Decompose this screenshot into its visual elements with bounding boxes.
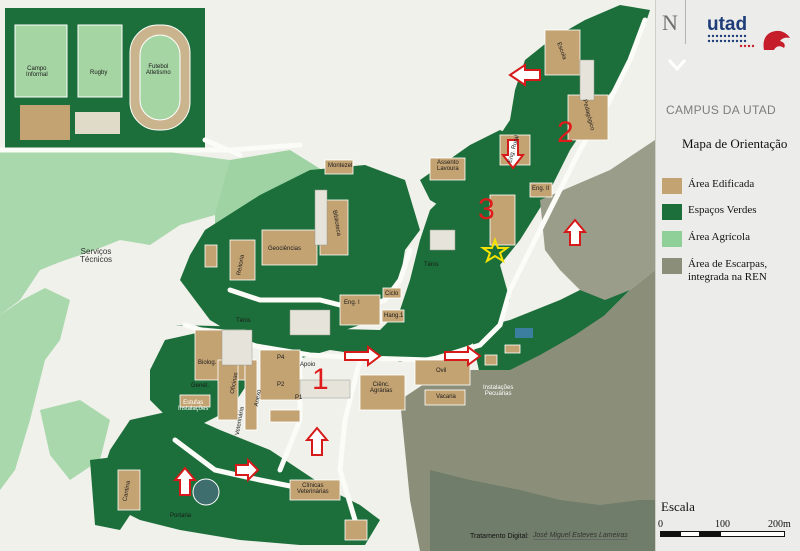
utad-logo-icon <box>707 30 790 50</box>
scale-tick-0: 0 <box>658 519 663 530</box>
label-ovil: Ovil <box>436 368 447 374</box>
credit: Tratamento Digital: José Miguel Esteves … <box>470 532 628 540</box>
legend-swatch <box>662 231 682 247</box>
credit-name: José Miguel Esteves Lameiras <box>532 532 628 540</box>
legend-label: Área Edificada <box>688 178 755 190</box>
zone-number-1: 1 <box>312 363 329 396</box>
label-campo-informal: Campo Informal <box>26 66 48 79</box>
campus-map <box>0 0 655 551</box>
label-clinicas: Clínicas Veterinárias <box>297 483 329 496</box>
north-chevron-icon <box>668 59 686 72</box>
scale-tick-100: 100 <box>715 519 730 530</box>
label-p1: P1 <box>295 395 303 401</box>
label-geociencias: Geociências <box>268 246 302 252</box>
legend-swatch <box>662 178 682 194</box>
scale-tick-200: 200m <box>768 519 791 530</box>
legend-item-agricola: Área Agrícola <box>662 231 750 247</box>
legend-swatch <box>662 258 682 274</box>
scale-bar <box>660 531 790 537</box>
legend-item-verdes: Espaços Verdes <box>662 204 757 220</box>
label-rugby: Rugby <box>90 70 108 76</box>
label-tenis: Ténis <box>236 318 251 324</box>
map-title: Mapa de Orientação <box>682 136 788 151</box>
label-futebol: Futebol Atletismo <box>146 64 171 77</box>
label-vacaria: Vacaria <box>436 394 456 400</box>
legend-label: Espaços Verdes <box>688 204 757 216</box>
label-portaria: Portaria <box>170 513 192 519</box>
label-hang1: Hang.1 <box>384 313 404 319</box>
label-assento: Assento Lavoura <box>437 160 459 173</box>
label-pecuarias: Instalações Pecuárias <box>483 385 514 398</box>
legend-item-escarpas: Área de Escarpas, integrada na REN <box>662 258 800 283</box>
label-montezel: Montezel <box>328 163 353 169</box>
label-p2: P2 <box>277 382 285 388</box>
campus-title: CAMPUS DA UTAD <box>666 103 776 117</box>
zone-number-2: 2 <box>557 116 574 149</box>
label-agrarias: Ciênc. Agrárias <box>370 382 393 395</box>
legend-swatch <box>662 204 682 220</box>
label-biolog: Biolog. <box>198 360 217 366</box>
label-p4: P4 <box>277 355 285 361</box>
credit-label: Tratamento Digital: <box>470 532 529 540</box>
label-tenis-2: Ténis <box>424 262 439 268</box>
label-genet: Genet. <box>191 383 210 389</box>
legend-label: Área Agrícola <box>688 231 750 243</box>
north-indicator: N <box>662 10 678 35</box>
scale-title: Escala <box>661 499 695 514</box>
legend-item-edificada: Área Edificada <box>662 178 754 194</box>
label-servicos: Serviços Técnicos <box>80 247 113 265</box>
label-ciclo: Ciclo <box>385 291 399 297</box>
legend-label: Área de Escarpas, integrada na REN <box>688 258 768 283</box>
label-estufas: Estufas Instalações <box>178 400 209 413</box>
label-eng2: Eng. II <box>532 186 550 192</box>
label-eng1: Eng. I <box>344 300 360 306</box>
zone-number-3: 3 <box>478 193 495 226</box>
label-apoio: Apoio <box>300 362 316 368</box>
